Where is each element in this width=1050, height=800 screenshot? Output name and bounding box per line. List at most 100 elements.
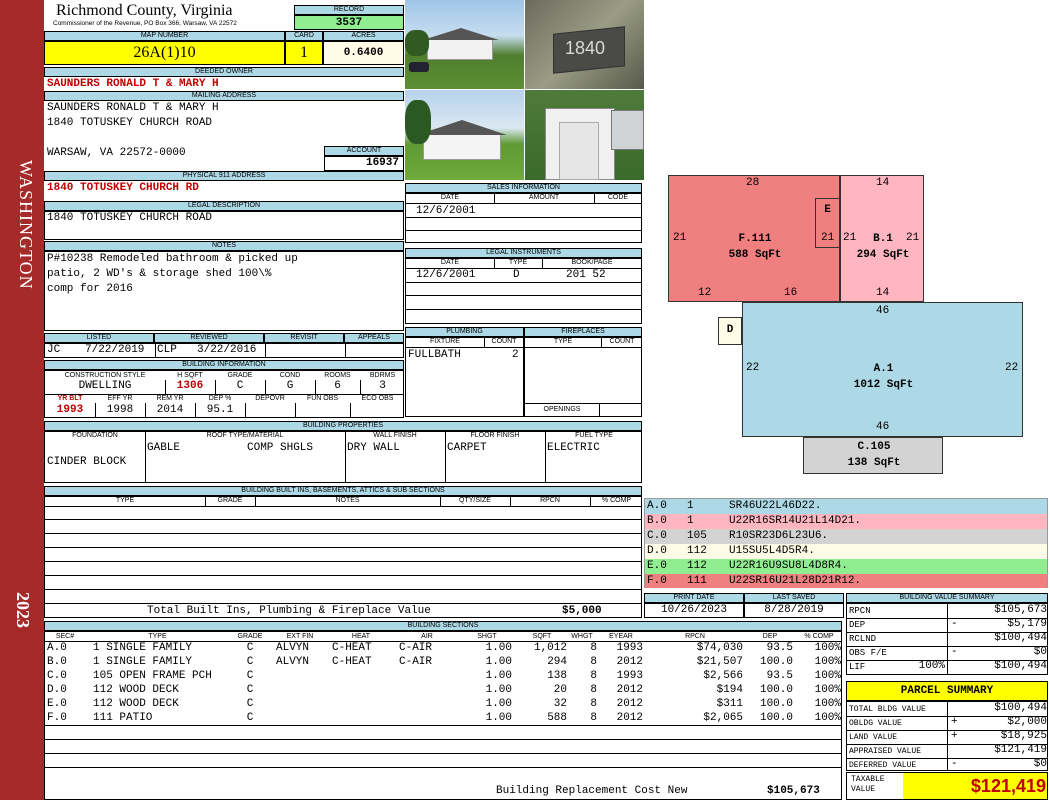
dim-b-left: 21 (843, 232, 857, 244)
legend-num: 1 (687, 515, 694, 527)
section-cell: 100% (814, 698, 841, 710)
account-number: 16937 (324, 156, 404, 171)
builtin-col-comp: % COMP (601, 497, 632, 504)
section-cell: 2012 (616, 656, 643, 668)
legend-row: D.0 112 U15SU5L4D5R4. (645, 544, 1047, 559)
sec-col: DEP (762, 633, 778, 640)
builtin-col-rpcn: RPCN (540, 497, 560, 504)
section-cell: 8 (590, 642, 597, 654)
sec-col: WHGT (571, 633, 593, 640)
deeded-owner: SAUNDERS RONALD T & MARY H (47, 78, 219, 90)
section-cell: 1993 (616, 670, 643, 682)
bi-col-effyr: EFF YR (107, 395, 133, 402)
taxable-value-box: TAXABLE VALUE $121,419 (846, 772, 1048, 800)
house-photo-side (405, 90, 524, 180)
sales-col-amount: AMOUNT (528, 194, 560, 201)
print-date-header: PRINT DATE (644, 593, 744, 603)
sec-col: SQFT (532, 633, 552, 640)
prop-col-roof: ROOF TYPE/MATERIAL (206, 432, 284, 439)
vs-key: DEP (849, 620, 866, 630)
vs-key: RPCN (849, 606, 871, 616)
fuel-type-value: ELECTRIC (547, 442, 600, 454)
vs-value: $0 (1033, 646, 1047, 658)
builtins-total-label: Total Built Ins, Plumbing & Fireplace Va… (147, 605, 431, 617)
section-cell: ALVYN (276, 642, 310, 654)
floor-finish-value: CARPET (447, 442, 487, 454)
sales-header: SALES INFORMATION (405, 183, 642, 193)
bi-col-style: CONSTRUCTION STYLE (64, 372, 146, 379)
notes-line-3: comp for 2016 (47, 283, 133, 295)
ps-key: LAND VALUE (849, 733, 898, 742)
parcel-summary-header: PARCEL SUMMARY (846, 681, 1048, 701)
legend-row: A.0 1 SR46U22L46D22. (645, 499, 1047, 514)
fireplace-col-count: COUNT (609, 338, 635, 345)
section-cell: 100.0 (759, 656, 793, 668)
bi-col-ecoobs: ECO OBS (361, 395, 394, 402)
sec-col: EXT FIN (286, 633, 314, 640)
dim-f-right: 21 (821, 232, 835, 244)
legal-description-header: LEGAL DESCRIPTION (44, 201, 404, 211)
section-cell: 100.0 (759, 684, 793, 696)
dim-a-bottom: 46 (876, 421, 890, 433)
physical-address-header: PHYSICAL 911 ADDRESS (44, 171, 404, 181)
taxable-value-label: TAXABLE VALUE (851, 775, 885, 794)
legend-vector: U22R16U9SU8L4D8R4. (729, 560, 848, 572)
section-cell: 32 (553, 698, 567, 710)
plumbing-col-fixture: FIXTURE (430, 338, 460, 345)
builtins-total-value: $5,000 (562, 605, 602, 617)
record-header: RECORD (294, 5, 404, 15)
vs-value: $5,179 (1007, 618, 1047, 630)
listed-header: LISTED (44, 333, 154, 343)
vs-sign: 100% (918, 660, 945, 672)
section-cell: 1.00 (485, 698, 512, 710)
notes-line-2: patio, 2 WD's & storage shed 100\% (47, 268, 272, 280)
bi-col-rooms: ROOMS (324, 372, 351, 379)
account-header: ACCOUNT (324, 146, 404, 156)
legend-vector: U22SR16U21L28D21R12. (729, 575, 862, 587)
legend-vector: SR46U22L46D22. (729, 500, 822, 512)
year-built: 1993 (56, 404, 84, 416)
section-cell: C-AIR (399, 656, 433, 668)
sec-col: % COMP (804, 633, 834, 640)
section-f-area: 588 SqFt (728, 249, 782, 261)
section-cell: 112 WOOD DECK (93, 684, 179, 696)
county-title: Richmond County, Virginia (56, 2, 233, 19)
section-cell: $194 (716, 684, 743, 696)
vs-key: OBS F/E (849, 648, 887, 658)
vs-key: RCLND (849, 634, 877, 644)
legend-num: 111 (687, 575, 707, 587)
bedrooms-value: 3 (379, 380, 386, 392)
fireplace-openings-label: OPENINGS (543, 406, 581, 413)
notes-box: P#10238 Remodeled bathroom & picked up p… (44, 251, 404, 331)
section-cell: C-AIR (399, 642, 433, 654)
heated-sqft: 1306 (176, 380, 204, 392)
section-cell: 20 (553, 684, 567, 696)
bi-col-cond: COND (279, 372, 301, 379)
reviewed-by: CLP (157, 344, 177, 356)
print-date: 10/26/2023 (644, 603, 744, 618)
section-a-area: 1012 SqFt (853, 379, 914, 391)
section-cell: 100% (814, 670, 841, 682)
section-cell: 1 SINGLE FAMILY (93, 642, 193, 654)
commissioner-address: Commissioner of the Revenue, PO Box 366,… (53, 20, 237, 27)
dim-a-right: 22 (1005, 362, 1019, 374)
legend-row: E.0 112 U22R16U9SU8L4D8R4. (645, 559, 1047, 574)
sec-col: RPCN (685, 633, 705, 640)
acres-value: 0.6400 (323, 41, 404, 65)
legal-description-box: 1840 TOTUSKEY CHURCH ROAD (44, 211, 404, 240)
ps-value: $100,494 (994, 702, 1047, 714)
section-cell: 112 WOOD DECK (93, 698, 179, 710)
section-cell: 2012 (616, 712, 643, 724)
instrument-type: D (513, 269, 520, 281)
sketch-section-a: A.1 1012 SqFt (742, 302, 1023, 437)
building-sections-table: SEC# TYPE GRADE EXT FIN HEAT AIR SHGT SQ… (44, 631, 842, 800)
listing-row: JC 7/22/2019 CLP 3/22/2016 (44, 343, 404, 358)
bi-col-remyr: REM YR (156, 395, 184, 402)
dim-f-bottom-1: 12 (698, 287, 712, 299)
section-cell: C-HEAT (332, 642, 372, 654)
deeded-owner-header: DEEDED OWNER (44, 67, 404, 77)
builtin-col-type: TYPE (115, 497, 135, 504)
section-cell: 8 (590, 656, 597, 668)
section-cell: 1 SINGLE FAMILY (93, 656, 193, 668)
card-number: 1 (285, 41, 323, 65)
